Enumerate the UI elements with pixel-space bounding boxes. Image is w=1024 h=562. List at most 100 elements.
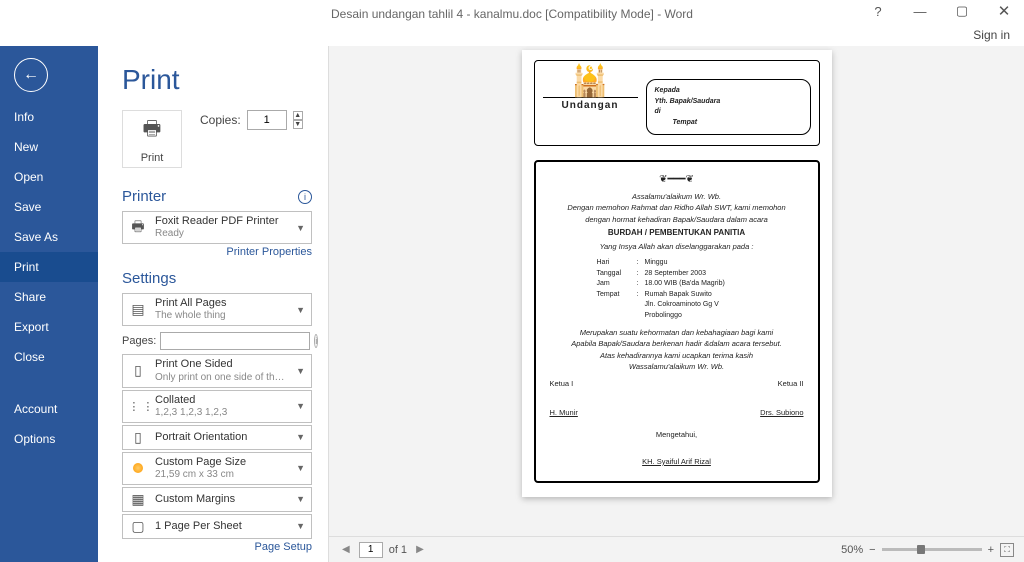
- zoom-in-button[interactable]: +: [988, 544, 994, 556]
- chevron-down-icon: ▼: [294, 494, 307, 504]
- doc-ketua2: Ketua II: [778, 378, 804, 389]
- backstage-sidebar: ← Info New Open Save Save As Print Share…: [0, 46, 98, 562]
- preview-page: 🕌 Undangan Kepada Yth. Bapak/Saudara di …: [522, 50, 832, 497]
- sides-select[interactable]: ▯ Print One Sided Only print on one side…: [122, 354, 312, 387]
- printer-info-icon[interactable]: i: [298, 190, 312, 204]
- sidebar-item-close[interactable]: Close: [0, 342, 98, 372]
- printer-properties-link[interactable]: Printer Properties: [122, 246, 312, 258]
- onesided-icon: ▯: [127, 362, 149, 379]
- prev-page-button[interactable]: ◀: [339, 544, 353, 555]
- collate-sub: 1,2,3 1,2,3 1,2,3: [155, 407, 288, 419]
- sidebar-item-options[interactable]: Options: [0, 424, 98, 454]
- sidebar-item-share[interactable]: Share: [0, 282, 98, 312]
- chevron-down-icon: ▼: [294, 401, 307, 411]
- next-page-button[interactable]: ▶: [413, 544, 427, 555]
- zoom-level-label: 50%: [841, 544, 863, 556]
- copies-down[interactable]: ▼: [293, 120, 303, 129]
- current-page-input[interactable]: [359, 542, 383, 558]
- pages-icon: ▤: [127, 301, 149, 318]
- ornament-icon: ❦━━━❦: [550, 172, 804, 187]
- doc-p5: Apabila Bapak/Saudara berkenan hadir &da…: [550, 338, 804, 349]
- pages-info-icon[interactable]: i: [314, 334, 318, 348]
- doc-name1: H. Munir: [550, 407, 578, 418]
- doc-p2: dengan hormat kehadiran Bapak/Saudara da…: [550, 214, 804, 225]
- margins-icon: ▦: [127, 491, 149, 508]
- doc-p3: Yang Insya Allah akan diselanggarakan pa…: [550, 241, 804, 252]
- print-settings-pane: Print 🖶 Print Copies: ▲ ▼ Printer i 🖶 F: [98, 46, 328, 562]
- sidebar-item-account[interactable]: Account: [0, 394, 98, 424]
- minimize-button[interactable]: —: [900, 0, 940, 22]
- print-button-label: Print: [141, 152, 164, 164]
- pagepersheet-main: 1 Page Per Sheet: [155, 520, 288, 533]
- doc-p6: Atas kehadirannya kami ucapkan terima ka…: [550, 350, 804, 361]
- doc-p4: Merupakan suatu kehormatan dan kebahagia…: [550, 327, 804, 338]
- doc-undangan: Undangan: [543, 97, 638, 111]
- zoom-fit-button[interactable]: ⛶: [1000, 543, 1014, 557]
- help-button[interactable]: ?: [858, 0, 898, 22]
- custom-size-icon: [133, 463, 143, 473]
- sidebar-item-info[interactable]: Info: [0, 102, 98, 132]
- sides-sub: Only print on one side of th…: [155, 372, 288, 384]
- page-setup-link[interactable]: Page Setup: [122, 541, 312, 553]
- collate-main: Collated: [155, 394, 288, 407]
- printer-status: Ready: [155, 228, 288, 240]
- print-heading: Print: [122, 64, 312, 96]
- chevron-down-icon: ▼: [294, 521, 307, 531]
- doc-closing: Wassalamu'alaikum Wr. Wb.: [550, 361, 804, 372]
- pages-input[interactable]: [160, 332, 310, 350]
- doc-name2: Drs. Subiono: [760, 407, 803, 418]
- zoom-out-button[interactable]: −: [869, 544, 875, 556]
- copies-label: Copies:: [200, 113, 241, 127]
- sidebar-item-saveas[interactable]: Save As: [0, 222, 98, 252]
- pagepersheet-icon: ▢: [127, 518, 149, 535]
- pages-per-sheet-select[interactable]: ▢ 1 Page Per Sheet ▼: [122, 514, 312, 539]
- pagesize-main: Custom Page Size: [155, 456, 288, 469]
- printer-icon: 🖶: [143, 114, 162, 148]
- sides-main: Print One Sided: [155, 358, 288, 371]
- doc-event-title: BURDAH / PEMBENTUKAN PANITIA: [550, 227, 804, 239]
- sidebar-item-open[interactable]: Open: [0, 162, 98, 192]
- zoom-slider[interactable]: [882, 548, 982, 551]
- copies-input[interactable]: [247, 110, 287, 130]
- recipient-box: Kepada Yth. Bapak/Saudara di Tempat: [646, 79, 811, 135]
- doc-salam: Assalamu'alaikum Wr. Wb.: [550, 191, 804, 202]
- collate-select[interactable]: ⋮⋮ Collated 1,2,3 1,2,3 1,2,3 ▼: [122, 390, 312, 423]
- print-range-main: Print All Pages: [155, 297, 288, 310]
- orientation-main: Portrait Orientation: [155, 431, 288, 444]
- total-pages-label: of 1: [389, 544, 407, 556]
- sidebar-item-save[interactable]: Save: [0, 192, 98, 222]
- pages-label: Pages:: [122, 335, 156, 347]
- printer-section-heading: Printer: [122, 188, 166, 205]
- pagesize-sub: 21,59 cm x 33 cm: [155, 469, 288, 481]
- preview-canvas[interactable]: 🕌 Undangan Kepada Yth. Bapak/Saudara di …: [329, 46, 1024, 536]
- print-preview-pane: 🕌 Undangan Kepada Yth. Bapak/Saudara di …: [328, 46, 1024, 562]
- doc-details: Hari:Minggu Tanggal:28 September 2003 Ja…: [597, 258, 757, 321]
- back-button[interactable]: ←: [14, 58, 48, 92]
- chevron-down-icon: ▼: [294, 366, 307, 376]
- printer-select[interactable]: 🖶 Foxit Reader PDF Printer Ready ▼: [122, 211, 312, 244]
- copies-up[interactable]: ▲: [293, 111, 303, 120]
- printer-ready-icon: 🖶: [127, 216, 149, 240]
- print-range-sub: The whole thing: [155, 310, 288, 322]
- chevron-down-icon: ▼: [294, 223, 307, 233]
- close-window-button[interactable]: ✕: [984, 0, 1024, 22]
- pagesize-select[interactable]: Custom Page Size 21,59 cm x 33 cm ▼: [122, 452, 312, 485]
- settings-section-heading: Settings: [122, 270, 176, 287]
- chevron-down-icon: ▼: [294, 432, 307, 442]
- arrow-left-icon: ←: [23, 66, 39, 84]
- chevron-down-icon: ▼: [294, 463, 307, 473]
- print-button[interactable]: 🖶 Print: [122, 110, 182, 168]
- sidebar-item-print[interactable]: Print: [0, 252, 98, 282]
- sidebar-item-export[interactable]: Export: [0, 312, 98, 342]
- margins-main: Custom Margins: [155, 493, 288, 506]
- sign-in-link[interactable]: Sign in: [973, 28, 1010, 42]
- doc-kh: KH. Syaiful Arif Rizal: [550, 456, 804, 467]
- sidebar-item-new[interactable]: New: [0, 132, 98, 162]
- mosque-icon: 🕌: [543, 67, 638, 97]
- print-range-select[interactable]: ▤ Print All Pages The whole thing ▼: [122, 293, 312, 326]
- margins-select[interactable]: ▦ Custom Margins ▼: [122, 487, 312, 512]
- maximize-button[interactable]: ▢: [942, 0, 982, 22]
- orientation-select[interactable]: ▯ Portrait Orientation ▼: [122, 425, 312, 450]
- window-title: Desain undangan tahlil 4 - kanalmu.doc […: [331, 7, 693, 21]
- doc-mengetahui: Mengetahui,: [550, 429, 804, 440]
